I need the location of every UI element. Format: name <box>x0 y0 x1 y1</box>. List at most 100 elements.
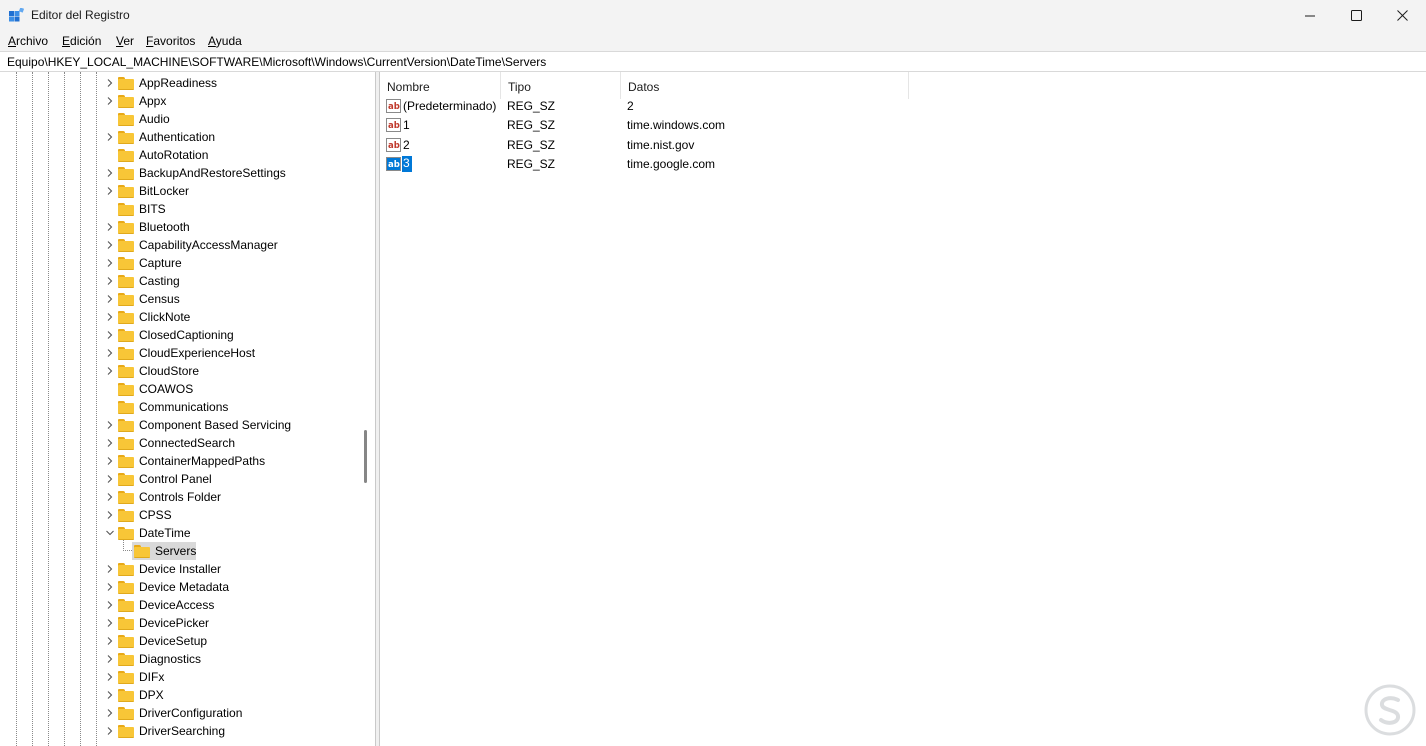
value-row[interactable]: ab 2 REG_SZ time.nist.gov <box>380 136 1426 155</box>
tree-item[interactable]: BitLocker <box>0 182 360 200</box>
chevron-right-icon[interactable] <box>105 186 115 196</box>
menu-archivo[interactable]: Archivo <box>8 34 48 48</box>
chevron-right-icon[interactable] <box>105 276 115 286</box>
tree-item[interactable]: CPSS <box>0 506 360 524</box>
chevron-right-icon[interactable] <box>105 438 115 448</box>
menu-favoritos[interactable]: Favoritos <box>146 34 195 48</box>
minimize-button[interactable] <box>1287 0 1333 31</box>
chevron-right-icon[interactable] <box>105 672 115 682</box>
chevron-right-icon[interactable] <box>105 96 115 106</box>
tree-item[interactable]: Device Installer <box>0 560 360 578</box>
tree-item-label: DPX <box>139 688 164 702</box>
folder-body <box>118 367 134 378</box>
chevron-right-icon[interactable] <box>105 168 115 178</box>
column-header-tipo[interactable]: Tipo <box>501 72 621 99</box>
chevron-right-icon[interactable] <box>105 708 115 718</box>
menu-ayuda[interactable]: Ayuda <box>208 34 242 48</box>
tree-item[interactable]: Device Metadata <box>0 578 360 596</box>
tree-item[interactable]: Bluetooth <box>0 218 360 236</box>
chevron-right-icon[interactable] <box>105 420 115 430</box>
tree-item[interactable]: DevicePicker <box>0 614 360 632</box>
chevron-right-icon[interactable] <box>105 564 115 574</box>
tree-item[interactable]: Census <box>0 290 360 308</box>
tree-item[interactable]: COAWOS <box>0 380 360 398</box>
chevron-right-icon[interactable] <box>105 636 115 646</box>
watermark-logo-icon <box>1364 684 1416 736</box>
column-header-datos[interactable]: Datos <box>621 72 909 99</box>
tree-item[interactable]: ConnectedSearch <box>0 434 360 452</box>
chevron-right-icon[interactable] <box>105 78 115 88</box>
menu-ver[interactable]: Ver <box>116 34 134 48</box>
tree-item[interactable]: Authentication <box>0 128 360 146</box>
values-pane[interactable]: Nombre Tipo Datos ab (Predeterminado) REG_… <box>380 72 1426 746</box>
chevron-right-icon[interactable] <box>105 132 115 142</box>
tree-item[interactable]: Communications <box>0 398 360 416</box>
folder-body <box>118 79 134 90</box>
maximize-button[interactable] <box>1333 0 1379 31</box>
chevron-right-icon[interactable] <box>105 258 115 268</box>
tree-scrollbar-thumb[interactable] <box>364 430 367 483</box>
tree-item[interactable]: Capture <box>0 254 360 272</box>
tree-item-label: Device Installer <box>139 562 222 576</box>
chevron-right-icon[interactable] <box>105 366 115 376</box>
chevron-right-icon[interactable] <box>105 456 115 466</box>
chevron-right-icon[interactable] <box>105 726 115 736</box>
tree-item[interactable]: BITS <box>0 200 360 218</box>
column-header-nombre[interactable]: Nombre <box>380 72 501 99</box>
value-row[interactable]: ab 3 REG_SZ time.google.com <box>380 155 1426 174</box>
tree-item[interactable]: Controls Folder <box>0 488 360 506</box>
chevron-right-icon[interactable] <box>105 240 115 250</box>
tree-item[interactable]: Servers <box>0 540 360 560</box>
address-bar[interactable]: Equipo\HKEY_LOCAL_MACHINE\SOFTWARE\Micro… <box>0 51 1426 72</box>
tree-item[interactable]: Audio <box>0 110 360 128</box>
chevron-down-icon[interactable] <box>105 528 115 538</box>
tree-item[interactable]: CloudExperienceHost <box>0 344 360 362</box>
chevron-right-icon[interactable] <box>105 330 115 340</box>
tree-item[interactable]: DeviceAccess <box>0 596 360 614</box>
tree-item-label: CapabilityAccessManager <box>139 238 278 252</box>
value-row[interactable]: ab 1 REG_SZ time.windows.com <box>380 116 1426 135</box>
close-button[interactable] <box>1379 0 1425 31</box>
tree-item[interactable]: ContainerMappedPaths <box>0 452 360 470</box>
tree-item[interactable]: ClickNote <box>0 308 360 326</box>
chevron-right-icon[interactable] <box>105 654 115 664</box>
tree-item[interactable]: Diagnostics <box>0 650 360 668</box>
chevron-right-icon[interactable] <box>105 492 115 502</box>
chevron-right-icon[interactable] <box>105 348 115 358</box>
folder-body <box>118 151 134 162</box>
tree-item[interactable]: CapabilityAccessManager <box>0 236 360 254</box>
tree-item[interactable]: DateTime <box>0 524 360 542</box>
tree-item[interactable]: DriverSearching <box>0 722 360 740</box>
tree-item[interactable]: DeviceSetup <box>0 632 360 650</box>
tree-item[interactable]: Appx <box>0 92 360 110</box>
tree-item[interactable]: DIFx <box>0 668 360 686</box>
chevron-right-icon[interactable] <box>105 222 115 232</box>
chevron-right-icon[interactable] <box>105 600 115 610</box>
tree-item[interactable]: Casting <box>0 272 360 290</box>
chevron-right-icon[interactable] <box>105 582 115 592</box>
menu-edicion[interactable]: Edición <box>62 34 101 48</box>
chevron-right-icon[interactable] <box>105 690 115 700</box>
folder-body <box>118 655 134 666</box>
folder-icon <box>118 455 134 468</box>
tree-item[interactable]: AutoRotation <box>0 146 360 164</box>
value-row[interactable]: ab (Predeterminado) REG_SZ 2 <box>380 97 1426 116</box>
chevron-right-icon[interactable] <box>105 294 115 304</box>
folder-icon <box>118 221 134 234</box>
chevron-right-icon[interactable] <box>105 312 115 322</box>
tree-item[interactable]: DriverConfiguration <box>0 704 360 722</box>
tree-item[interactable]: Component Based Servicing <box>0 416 360 434</box>
tree-item[interactable]: CloudStore <box>0 362 360 380</box>
tree-item[interactable]: DPX <box>0 686 360 704</box>
address-path[interactable]: Equipo\HKEY_LOCAL_MACHINE\SOFTWARE\Micro… <box>7 55 546 69</box>
chevron-right-icon[interactable] <box>105 618 115 628</box>
chevron-right-icon[interactable] <box>105 510 115 520</box>
tree-item[interactable]: ClosedCaptioning <box>0 326 360 344</box>
chevron-right-icon[interactable] <box>105 474 115 484</box>
key-tree-pane[interactable]: AppReadiness Appx Audio Authentication AutoR… <box>0 72 376 746</box>
tree-item[interactable]: AppReadiness <box>0 74 360 92</box>
tree-item-label: DIFx <box>139 670 165 684</box>
tree-item[interactable]: Control Panel <box>0 470 360 488</box>
tree-item[interactable]: BackupAndRestoreSettings <box>0 164 360 182</box>
title-bar[interactable]: Editor del Registro <box>0 0 1426 31</box>
